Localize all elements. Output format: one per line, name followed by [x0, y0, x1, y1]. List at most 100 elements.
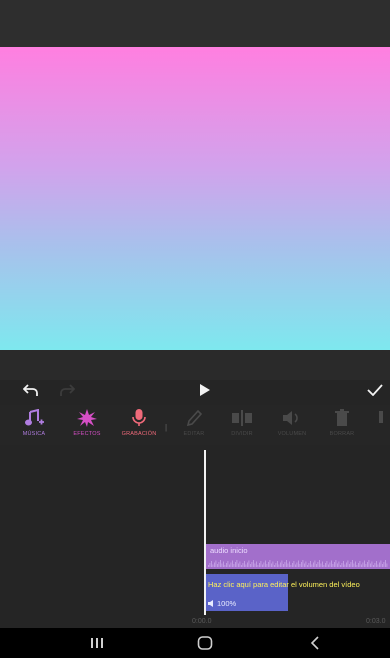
editing-toolbar: MÚSICA EFECTOS GRABACIÓN | EDITAR DIVIDI… — [0, 405, 390, 445]
video-volume-hint[interactable]: Haz clic aquí para editar el volumen del… — [208, 580, 360, 589]
waveform-bar — [277, 561, 278, 567]
waveform-bar — [242, 563, 244, 567]
waveform-bar — [355, 561, 356, 567]
waveform-bar — [358, 563, 359, 567]
tool-effects[interactable]: EFECTOS — [62, 409, 112, 443]
waveform-bar — [208, 565, 209, 567]
undo-button[interactable] — [18, 378, 44, 402]
waveform-bar — [386, 563, 388, 567]
audio-clip[interactable]: audio inicio — [206, 544, 390, 569]
pencil-icon — [186, 409, 202, 427]
waveform-bar — [211, 561, 212, 567]
timeline-area[interactable] — [0, 445, 390, 627]
tool-volume[interactable]: VOLUMEN — [270, 409, 314, 443]
waveform-bar — [256, 561, 257, 567]
waveform-bar — [346, 562, 347, 567]
toolbar-divider: | — [165, 423, 168, 432]
tool-split[interactable]: DIVIDIR — [222, 409, 262, 443]
tool-music-label: MÚSICA — [22, 431, 46, 437]
video-volume-value: 100% — [217, 599, 237, 608]
timeline-end-time: 0:03.0 — [366, 618, 386, 625]
waveform-bar — [343, 561, 344, 567]
music-note-plus-icon — [25, 409, 44, 426]
waveform-bar — [212, 564, 214, 567]
waveform-bar — [245, 564, 247, 567]
waveform-bar — [362, 562, 364, 567]
waveform-bar — [223, 561, 224, 567]
waveform-bar — [322, 561, 323, 567]
waveform-bar — [235, 562, 236, 567]
tool-recording[interactable]: GRABACIÓN — [112, 409, 166, 443]
waveform-bar — [344, 564, 346, 567]
waveform-bar — [334, 562, 335, 567]
play-icon — [200, 384, 210, 396]
tool-delete-label: BORRAR — [329, 431, 355, 437]
waveform-bar — [361, 564, 362, 567]
playhead[interactable] — [204, 450, 206, 615]
waveform-bar — [341, 563, 343, 567]
tool-delete[interactable]: BORRAR — [322, 409, 362, 443]
tool-edit[interactable]: EDITAR — [174, 409, 214, 443]
waveform-bar — [377, 564, 379, 567]
waveform-bar — [320, 563, 322, 567]
sparkle-burst-icon — [77, 409, 97, 427]
waveform-bar — [296, 562, 298, 567]
waveform-bar — [272, 561, 274, 567]
waveform-bar — [376, 561, 377, 567]
play-button[interactable] — [193, 378, 217, 402]
waveform-bar — [350, 562, 352, 567]
waveform-bar — [326, 561, 328, 567]
waveform-bar — [260, 561, 262, 567]
waveform-bar — [338, 561, 340, 567]
waveform-bar — [299, 564, 301, 567]
waveform-bar — [250, 564, 251, 567]
waveform-bar — [287, 563, 289, 567]
waveform-bar — [370, 563, 371, 567]
waveform-bar — [244, 561, 245, 567]
recent-apps-button[interactable] — [84, 633, 110, 653]
tool-edit-label: EDITAR — [183, 431, 205, 437]
waveform-bar — [253, 560, 254, 567]
playback-controls — [0, 378, 390, 404]
recent-apps-icon — [91, 638, 103, 648]
waveform-bar — [259, 563, 260, 567]
tool-effects-label: EFECTOS — [73, 431, 101, 437]
waveform-bar — [310, 561, 311, 567]
waveform-bar — [236, 560, 238, 567]
undo-icon — [23, 384, 38, 396]
waveform-bar — [215, 560, 217, 567]
split-icon — [232, 410, 252, 426]
tool-more[interactable] — [372, 409, 390, 443]
back-button[interactable] — [302, 633, 328, 653]
home-button[interactable] — [192, 633, 218, 653]
waveform-bar — [307, 565, 308, 567]
waveform-bar — [382, 564, 383, 567]
tool-music[interactable]: MÚSICA — [14, 409, 54, 443]
video-volume-indicator[interactable]: 100% — [208, 599, 236, 608]
speaker-icon — [283, 411, 298, 425]
waveform-bar — [329, 562, 331, 567]
redo-button[interactable] — [54, 378, 80, 402]
back-chevron-icon — [310, 636, 319, 650]
top-status-area — [0, 0, 390, 47]
waveform-bar — [365, 564, 367, 567]
waveform-bar — [335, 560, 337, 567]
system-navigation-bar — [0, 628, 390, 658]
waveform-bar — [217, 564, 218, 567]
tool-split-label: DIVIDIR — [231, 431, 253, 437]
waveform-bar — [263, 562, 265, 567]
waveform-bar — [298, 560, 299, 567]
waveform-bar — [383, 562, 385, 567]
waveform-bar — [241, 565, 242, 567]
tool-volume-label: VOLUMEN — [277, 431, 307, 437]
video-preview[interactable] — [0, 47, 390, 350]
waveform-bar — [311, 564, 313, 567]
waveform-bar — [233, 564, 235, 567]
waveform-bar — [281, 560, 283, 567]
redo-icon — [60, 384, 75, 396]
waveform-bar — [230, 562, 232, 567]
done-button[interactable] — [362, 378, 388, 402]
waveform-bar — [274, 565, 275, 567]
waveform-bar — [214, 562, 215, 567]
waveform-bar — [308, 563, 310, 567]
